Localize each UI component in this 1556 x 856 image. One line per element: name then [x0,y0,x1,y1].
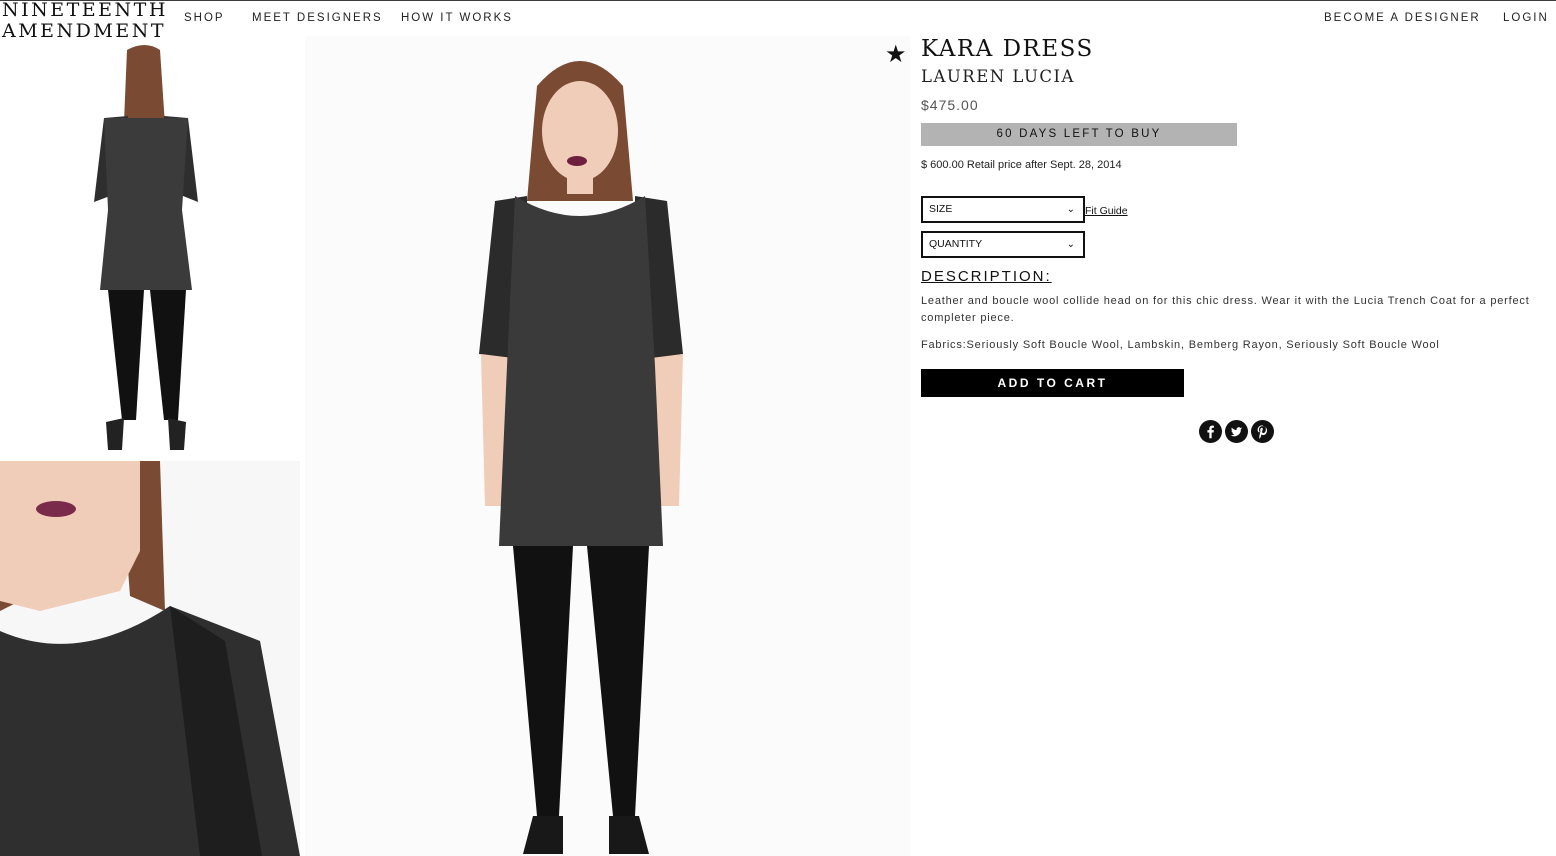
closeup-illustration [0,461,300,856]
top-border [0,0,1556,1]
description-text: Leather and boucle wool collide head on … [921,295,1530,324]
nav-login[interactable]: LOGIN [1503,12,1549,24]
product-price: $475.00 [921,97,979,113]
nav-meet-designers[interactable]: MEET DESIGNERS [252,12,383,24]
add-to-cart-button[interactable]: ADD TO CART [921,369,1184,397]
logo-line-1: NINETEENTH [2,0,168,21]
twitter-icon[interactable] [1225,420,1248,443]
size-select[interactable]: SIZE ⌄ [921,196,1085,223]
designer-name[interactable]: LAUREN LUCIA [921,67,1075,86]
chevron-down-icon: ⌄ [1066,204,1075,215]
product-title: KARA DRESS [921,36,1094,62]
nav-shop[interactable]: SHOP [184,12,225,24]
size-select-label: SIZE [929,203,953,215]
logo-line-2: AMENDMENT [2,20,167,42]
star-icon[interactable]: ★ [885,40,907,69]
fit-guide-link[interactable]: Fit Guide [1085,205,1128,217]
description-heading: DESCRIPTION: [921,268,1052,285]
nav-how-it-works[interactable]: HOW IT WORKS [401,12,513,24]
site-logo[interactable]: NINETEENTH AMENDMENT [2,0,168,42]
thumbnail-back-view[interactable] [0,40,300,460]
nav-become-a-designer[interactable]: BECOME A DESIGNER [1324,12,1481,24]
quantity-select[interactable]: QUANTITY ⌄ [921,231,1085,258]
thumbnail-closeup[interactable] [0,461,300,856]
main-product-image[interactable] [305,36,910,856]
pinterest-icon[interactable] [1251,420,1274,443]
facebook-icon[interactable] [1199,420,1222,443]
main-model-illustration [305,36,910,856]
quantity-select-label: QUANTITY [929,238,983,250]
fabrics-text: Fabrics:Seriously Soft Boucle Wool, Lamb… [921,339,1440,351]
days-left-bar: 60 DAYS LEFT TO BUY [921,123,1237,146]
back-view-illustration [0,40,300,460]
retail-price-note: $ 600.00 Retail price after Sept. 28, 20… [921,159,1122,171]
chevron-down-icon: ⌄ [1066,239,1075,250]
